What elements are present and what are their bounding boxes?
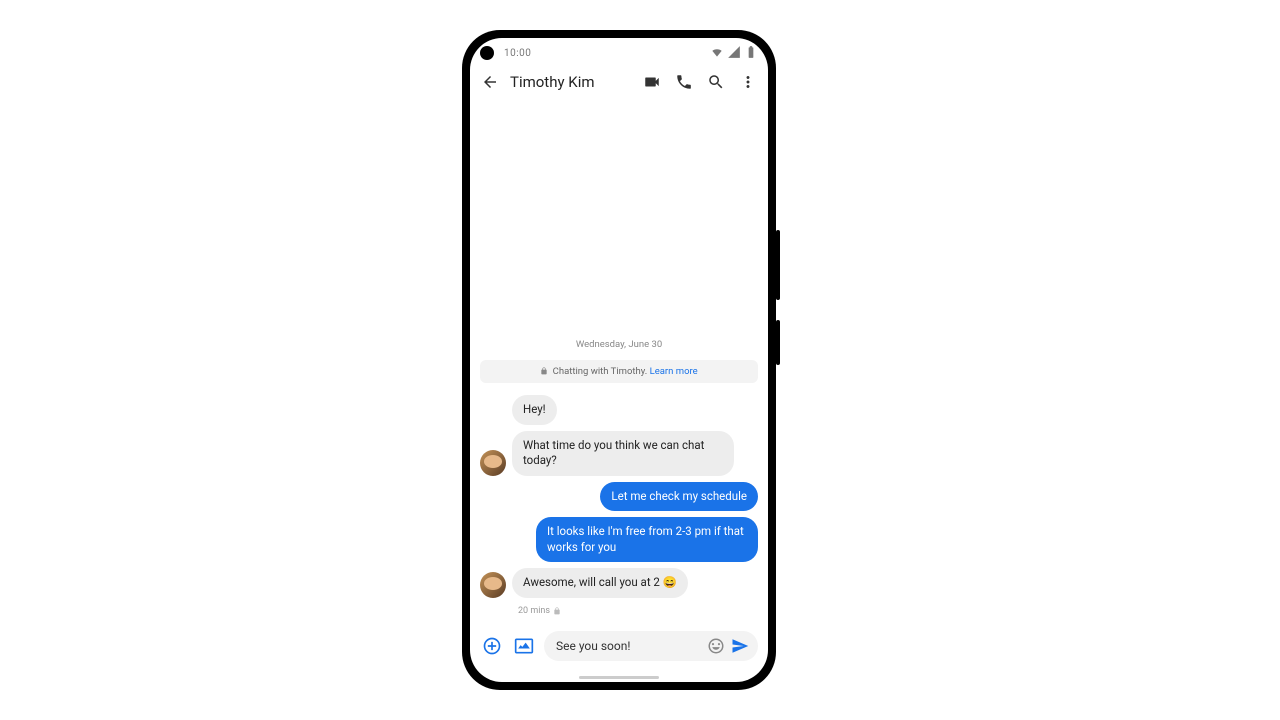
back-arrow-icon — [481, 73, 499, 91]
search-icon — [707, 73, 725, 91]
more-vert-icon — [739, 73, 757, 91]
message-input[interactable]: See you soon! — [544, 631, 758, 661]
emoji-icon — [707, 637, 725, 655]
encryption-banner: Chatting with Timothy. Learn more — [480, 360, 758, 383]
emoji-picker-button[interactable] — [704, 634, 728, 658]
date-label: Wednesday, June 30 — [480, 339, 758, 350]
contact-name[interactable]: Timothy Kim — [510, 73, 595, 91]
phone-frame: 10:00 Timot — [462, 30, 776, 690]
status-time: 10:00 — [504, 48, 531, 59]
message-bubble[interactable]: What time do you think we can chat today… — [512, 431, 734, 476]
message-bubble[interactable]: It looks like I'm free from 2-3 pm if th… — [536, 517, 758, 562]
contact-avatar[interactable] — [480, 572, 506, 598]
message-row: Awesome, will call you at 2 😄 — [480, 568, 758, 598]
message-row: What time do you think we can chat today… — [480, 431, 758, 476]
search-button[interactable] — [704, 70, 728, 94]
contact-avatar[interactable] — [480, 450, 506, 476]
more-options-button[interactable] — [736, 70, 760, 94]
phone-icon — [675, 73, 693, 91]
message-bubble[interactable]: Hey! — [512, 395, 557, 425]
lock-icon — [540, 367, 548, 375]
status-bar: 10:00 — [470, 38, 768, 64]
nav-handle[interactable] — [579, 676, 659, 679]
gallery-icon — [514, 636, 534, 656]
send-button[interactable] — [728, 634, 752, 658]
lock-icon — [553, 607, 561, 615]
message-meta: 20 mins — [518, 606, 758, 616]
banner-learn-more-link[interactable]: Learn more — [650, 366, 698, 377]
composer-bar: See you soon! — [470, 624, 768, 672]
message-row: It looks like I'm free from 2-3 pm if th… — [480, 517, 758, 562]
gallery-button[interactable] — [512, 634, 536, 658]
phone-screen: 10:00 Timot — [470, 38, 768, 682]
attach-button[interactable] — [480, 634, 504, 658]
camera-hole — [480, 46, 494, 60]
conversation-view[interactable]: Wednesday, June 30 Chatting with Timothy… — [470, 100, 768, 624]
nav-bar — [470, 672, 768, 682]
plus-icon — [482, 636, 502, 656]
volume-button-mock — [776, 320, 780, 365]
video-icon — [643, 73, 661, 91]
message-row: Let me check my schedule — [480, 482, 758, 512]
back-button[interactable] — [478, 70, 502, 94]
signal-icon — [724, 45, 741, 62]
app-bar: Timothy Kim — [470, 64, 768, 100]
power-button-mock — [776, 230, 780, 300]
message-meta-time: 20 mins — [518, 606, 550, 616]
battery-icon — [741, 45, 758, 62]
message-row: Hey! — [480, 395, 758, 425]
message-draft-text: See you soon! — [556, 639, 704, 653]
message-bubble[interactable]: Awesome, will call you at 2 😄 — [512, 568, 688, 598]
wifi-icon — [707, 45, 724, 62]
message-bubble[interactable]: Let me check my schedule — [600, 482, 758, 512]
video-call-button[interactable] — [640, 70, 664, 94]
banner-text: Chatting with Timothy. — [553, 366, 648, 377]
send-icon — [731, 637, 749, 655]
voice-call-button[interactable] — [672, 70, 696, 94]
